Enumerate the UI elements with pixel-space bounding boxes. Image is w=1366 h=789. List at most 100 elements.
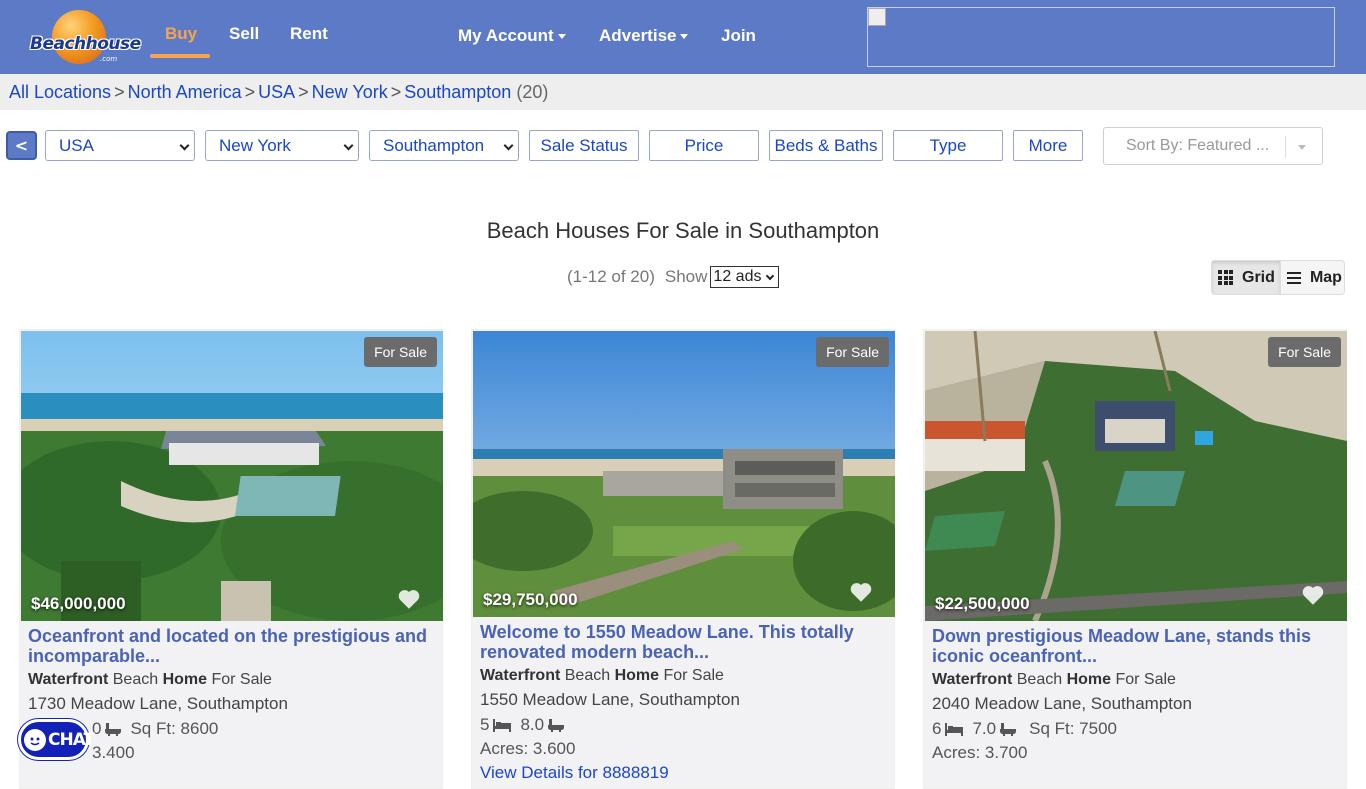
listing-card[interactable]: For Sale $22,500,000 Down prestigious Me… <box>923 329 1347 789</box>
listing-photo[interactable] <box>925 331 1347 621</box>
grid-icon <box>1218 270 1233 285</box>
for-sale-badge: For Sale <box>1268 337 1341 367</box>
listing-beds: 6 <box>932 719 942 738</box>
breadcrumb-usa[interactable]: USA <box>258 82 295 102</box>
results-summary: (1-12 of 20) Show 12 ads <box>567 266 780 288</box>
type-filter[interactable]: Type <box>893 130 1003 161</box>
listing-title[interactable]: Welcome to 1550 Meadow Lane. This totall… <box>480 622 892 662</box>
breadcrumb-bar: All Locations > North America > USA > New York… <box>0 74 1366 110</box>
bath-icon <box>1000 723 1017 736</box>
nav-sell[interactable]: Sell <box>229 24 259 44</box>
results-range: (1-12 of 20) <box>567 267 655 286</box>
country-select[interactable]: USA <box>45 130 195 161</box>
listing-details-link[interactable]: View Details for 8888819 <box>480 763 669 783</box>
beds-baths-filter[interactable]: Beds & Baths <box>769 130 883 161</box>
breadcrumb-north-america[interactable]: North America <box>128 82 242 102</box>
state-select[interactable]: New York <box>205 130 359 161</box>
listing-title[interactable]: Oceanfront and located on the prestigiou… <box>28 626 440 666</box>
sort-dropdown[interactable]: Sort By: Featured ... <box>1103 127 1323 165</box>
listing-address: 2040 Meadow Lane, Southampton <box>932 694 1192 713</box>
listing-acres: Acres: 3.700 <box>932 743 1028 762</box>
listing-photo[interactable] <box>21 331 443 621</box>
listing-type-end: For Sale <box>211 671 272 688</box>
city-select[interactable]: Southampton <box>369 130 519 161</box>
chevron-down-icon <box>503 140 514 151</box>
chat-face-icon <box>24 728 46 751</box>
sort-dropdown-value: Sort By: Featured ... <box>1126 137 1270 154</box>
grid-view-label: Grid <box>1242 268 1275 286</box>
per-page-value: 12 ads <box>713 268 762 285</box>
listing-price: $29,750,000 <box>483 590 578 609</box>
list-bars-icon <box>1286 271 1301 284</box>
nav-active-underline <box>150 54 210 58</box>
listing-address: 1730 Meadow Lane, Southampton <box>28 694 288 713</box>
breadcrumb-separator: > <box>244 82 256 102</box>
listing-specs: 5 8.0 <box>480 715 573 735</box>
chevron-down-icon <box>766 271 775 280</box>
listing-baths: 8.0 <box>520 715 545 734</box>
nav-advertise[interactable]: Advertise <box>599 26 689 46</box>
listing-beds: 5 <box>480 715 490 734</box>
price-filter[interactable]: Price <box>649 130 759 161</box>
chevron-down-icon <box>1298 145 1306 150</box>
listing-card[interactable]: For Sale $46,000,000 Oceanfront and loca… <box>19 329 443 789</box>
nav-my-account-label: My Account <box>458 26 554 45</box>
heart-icon[interactable] <box>1300 582 1326 608</box>
heart-icon[interactable] <box>848 579 874 605</box>
breadcrumb-separator: > <box>390 82 402 102</box>
sale-status-filter[interactable]: Sale Status <box>529 130 639 161</box>
listing-title[interactable]: Down prestigious Meadow Lane, stands thi… <box>932 626 1344 666</box>
breadcrumb-all-locations[interactable]: All Locations <box>9 82 111 102</box>
listing-type-bold: Waterfront <box>932 671 1013 688</box>
listing-type-mid: Beach <box>112 671 159 688</box>
breadcrumb-southampton[interactable]: Southampton <box>404 82 511 102</box>
grid-view-button[interactable]: Grid <box>1212 261 1281 294</box>
listing-specs: 0 Sq Ft: 8600 <box>92 719 218 739</box>
breadcrumb-count: (20) <box>516 82 549 102</box>
breadcrumb: All Locations > North America > USA > New York… <box>9 82 548 103</box>
bed-icon <box>493 719 512 732</box>
listing-address: 1550 Meadow Lane, Southampton <box>480 690 740 709</box>
chevron-down-icon <box>680 34 689 40</box>
listing-photo[interactable] <box>473 331 895 617</box>
breadcrumb-separator: > <box>114 82 125 102</box>
map-view-label: Map <box>1309 268 1342 286</box>
show-label: Show <box>664 267 708 286</box>
listing-price: $22,500,000 <box>935 594 1030 613</box>
listing-baths: 7.0 <box>972 719 997 738</box>
listing-specs: 6 7.0 Sq Ft: 7500 <box>932 719 1117 739</box>
chat-button[interactable]: CHAT <box>18 719 95 760</box>
back-button[interactable]: < <box>6 131 37 160</box>
nav-rent[interactable]: Rent <box>290 24 328 44</box>
for-sale-badge: For Sale <box>816 337 889 367</box>
listing-sqft: Sq Ft: 7500 <box>1029 719 1117 738</box>
top-navbar: Beachhouse .com Buy Sell Rent My Account… <box>0 0 1366 74</box>
logo-text: Beachhouse <box>30 34 141 54</box>
listing-type-end: For Sale <box>1115 671 1176 688</box>
listing-type-end: For Sale <box>663 667 724 684</box>
city-select-value: Southampton <box>383 135 485 155</box>
heart-icon[interactable] <box>396 586 422 612</box>
listing-acres: 3.400 <box>92 743 135 762</box>
listing-price: $46,000,000 <box>31 594 126 613</box>
map-view-button[interactable]: Map <box>1281 261 1344 294</box>
listing-type: Waterfront Beach Home For Sale <box>480 667 724 685</box>
state-select-value: New York <box>219 135 291 155</box>
bed-icon <box>945 723 964 736</box>
more-filter[interactable]: More <box>1013 130 1083 161</box>
breadcrumb-new-york[interactable]: New York <box>312 82 388 102</box>
listing-sqft: Sq Ft: 8600 <box>130 719 219 738</box>
chat-label: CHAT <box>48 729 95 750</box>
header-ad-banner[interactable] <box>867 7 1335 67</box>
listing-card[interactable]: For Sale $29,750,000 Welcome to 1550 Mea… <box>471 329 895 789</box>
beachhouse-logo[interactable]: Beachhouse .com <box>30 8 141 66</box>
listing-type: Waterfront Beach Home For Sale <box>28 671 272 689</box>
for-sale-badge: For Sale <box>364 337 437 367</box>
per-page-select[interactable]: 12 ads <box>710 266 780 288</box>
bath-icon <box>105 723 122 736</box>
nav-join[interactable]: Join <box>721 26 756 46</box>
nav-buy[interactable]: Buy <box>165 24 197 44</box>
listing-type-mid: Beach <box>1016 671 1063 688</box>
nav-my-account[interactable]: My Account <box>458 26 566 46</box>
listing-type-bold: Home <box>614 667 660 684</box>
